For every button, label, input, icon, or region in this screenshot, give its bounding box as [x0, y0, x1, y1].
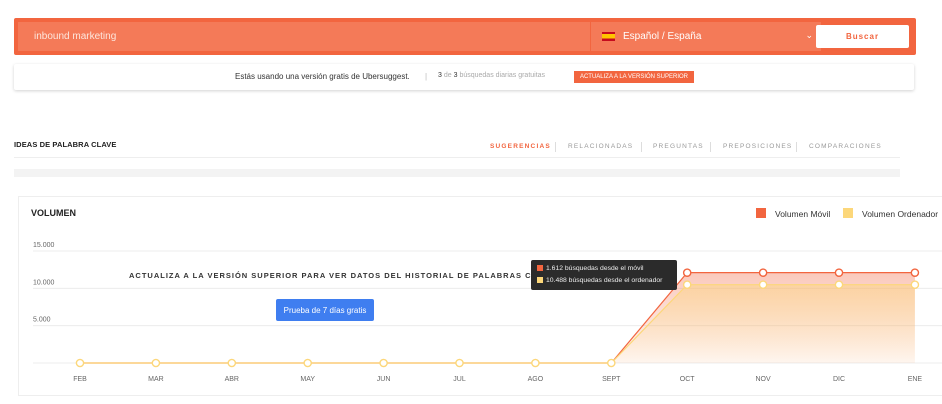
y-tick-label: 10.000	[33, 279, 55, 286]
data-point	[75, 358, 85, 368]
tab-comparaciones[interactable]: COMPARACIONES	[809, 143, 882, 150]
data-point	[834, 280, 844, 289]
notice-separator: |	[425, 72, 428, 81]
data-point	[682, 268, 692, 277]
volume-chart: 15.000 10.000 5.000 FEB MAR ABR MAY JUN JUL AGO SE…	[33, 242, 942, 383]
tab-divider	[796, 142, 797, 152]
count-suffix: búsquedas diarias gratuitas	[457, 72, 546, 79]
language-select[interactable]: Español / España ⌄	[591, 22, 821, 51]
x-tick-label: ABR	[225, 376, 239, 383]
x-tick-label: MAR	[148, 376, 164, 383]
data-point	[607, 358, 616, 368]
chart-tooltip: 1.612 búsquedas desde el móvil 10.488 bú…	[531, 260, 677, 290]
y-tick-label: 15.000	[33, 242, 55, 249]
tab-relacionadas[interactable]: RELACIONADAS	[568, 143, 633, 150]
data-point	[531, 358, 540, 368]
legend-swatch-mobile	[756, 208, 766, 218]
volume-chart-card: 15.000 10.000 5.000 FEB MAR ABR MAY JUN JUL AGO SE…	[18, 196, 942, 396]
x-tick-label: OCT	[680, 376, 696, 383]
y-tick-label: 5.000	[33, 317, 51, 324]
x-tick-label: MAY	[300, 376, 315, 383]
data-point	[151, 358, 161, 368]
x-tick-label: JUN	[377, 376, 391, 383]
search-button[interactable]: Buscar	[816, 25, 909, 48]
free-version-notice: Estás usando una versión gratis de Ubers…	[14, 64, 914, 90]
tab-preposiciones[interactable]: PREPOSICIONES	[723, 143, 792, 150]
tab-divider	[555, 142, 556, 152]
series-area-1	[80, 284, 915, 363]
x-tick-label: NOV	[756, 376, 772, 383]
tooltip-mobile-row: 1.612 búsquedas desde el móvil	[537, 265, 644, 272]
data-point	[379, 358, 388, 368]
tooltip-desktop-text: 10.488 búsquedas desde el ordenador	[546, 277, 663, 284]
data-point	[682, 280, 692, 289]
loading-placeholder	[14, 169, 900, 177]
tab-divider	[641, 142, 642, 152]
x-tick-label: DIC	[833, 376, 845, 383]
x-tick-label: ENE	[908, 376, 923, 383]
free-trial-button[interactable]: Prueba de 7 días gratis	[276, 299, 374, 321]
legend-label-desktop[interactable]: Volumen Ordenador	[862, 209, 938, 219]
data-point	[834, 268, 844, 277]
keyword-input[interactable]	[18, 22, 590, 51]
language-label: Español / España	[623, 31, 702, 42]
data-point	[227, 358, 237, 368]
x-tick-label: AGO	[528, 376, 544, 383]
tab-sugerencias[interactable]: SUGERENCIAS	[490, 143, 551, 150]
search-count: 3 de 3 búsquedas diarias gratuitas	[438, 72, 545, 79]
tabs-underline	[14, 157, 900, 158]
x-tick-label: FEB	[73, 376, 87, 383]
chevron-down-icon: ⌄	[805, 30, 813, 40]
chart-title: VOLUMEN	[31, 208, 76, 218]
tab-preguntas[interactable]: PREGUNTAS	[653, 143, 704, 150]
data-point	[758, 268, 768, 277]
tooltip-mobile-text: 1.612 búsquedas desde el móvil	[546, 265, 644, 272]
data-point	[910, 280, 920, 289]
search-bar: Español / España ⌄ Buscar	[14, 18, 916, 55]
legend-swatch-desktop	[843, 208, 853, 218]
upgrade-button[interactable]: ACTUALIZA A LA VERSIÓN SUPERIOR	[574, 71, 694, 83]
data-point	[303, 358, 313, 368]
spain-flag-icon	[602, 32, 615, 41]
data-point	[455, 358, 464, 368]
x-tick-label: JUL	[453, 376, 466, 383]
tab-divider	[710, 142, 711, 152]
section-title: IDEAS DE PALABRA CLAVE	[14, 140, 117, 149]
notice-text: Estás usando una versión gratis de Ubers…	[235, 72, 410, 81]
count-mid: de	[441, 72, 454, 79]
x-tick-label: SEPT	[602, 376, 621, 383]
tooltip-desktop-row: 10.488 búsquedas desde el ordenador	[537, 277, 662, 284]
tooltip-swatch-mobile	[537, 265, 543, 271]
data-point	[910, 268, 920, 277]
data-point	[758, 280, 768, 289]
upgrade-history-message: ACTUALIZA A LA VERSIÓN SUPERIOR PARA VER…	[129, 271, 555, 280]
tooltip-swatch-desktop	[537, 277, 543, 283]
legend-label-mobile[interactable]: Volumen Móvil	[775, 209, 830, 219]
